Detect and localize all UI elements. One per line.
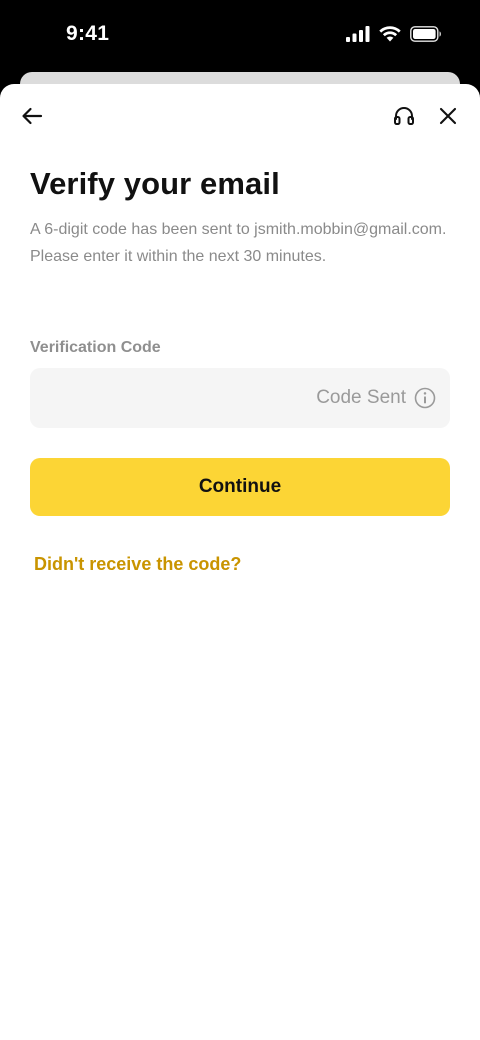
verification-code-input[interactable] (30, 368, 310, 428)
close-button[interactable] (432, 102, 464, 134)
support-button[interactable] (388, 102, 420, 134)
verification-sheet: Verify your email A 6-digit code has bee… (0, 84, 480, 1040)
code-status: Code Sent (316, 368, 436, 428)
page-description: A 6-digit code has been sent to jsmith.m… (30, 221, 447, 265)
screen: 9:41 Verify your email A 6-digit code ha… (0, 0, 480, 1040)
nav-bar (0, 84, 480, 152)
page-title: Verify your email (30, 166, 280, 201)
headset-icon (392, 104, 416, 133)
status-icons (346, 26, 442, 42)
verification-code-label: Verification Code (30, 339, 161, 356)
verification-code-field[interactable]: Code Sent (30, 368, 450, 428)
wifi-icon (379, 26, 401, 42)
battery-icon (410, 26, 442, 42)
arrow-left-icon (21, 107, 43, 130)
code-sent-text: Code Sent (316, 387, 406, 408)
back-button[interactable] (16, 102, 48, 134)
close-icon (438, 106, 458, 131)
cellular-signal-icon (346, 26, 370, 42)
continue-button[interactable]: Continue (30, 458, 450, 516)
status-bar: 9:41 (0, 0, 480, 72)
info-icon[interactable] (414, 387, 436, 409)
resend-code-link[interactable]: Didn't receive the code? (34, 554, 241, 575)
status-time: 9:41 (66, 22, 110, 45)
